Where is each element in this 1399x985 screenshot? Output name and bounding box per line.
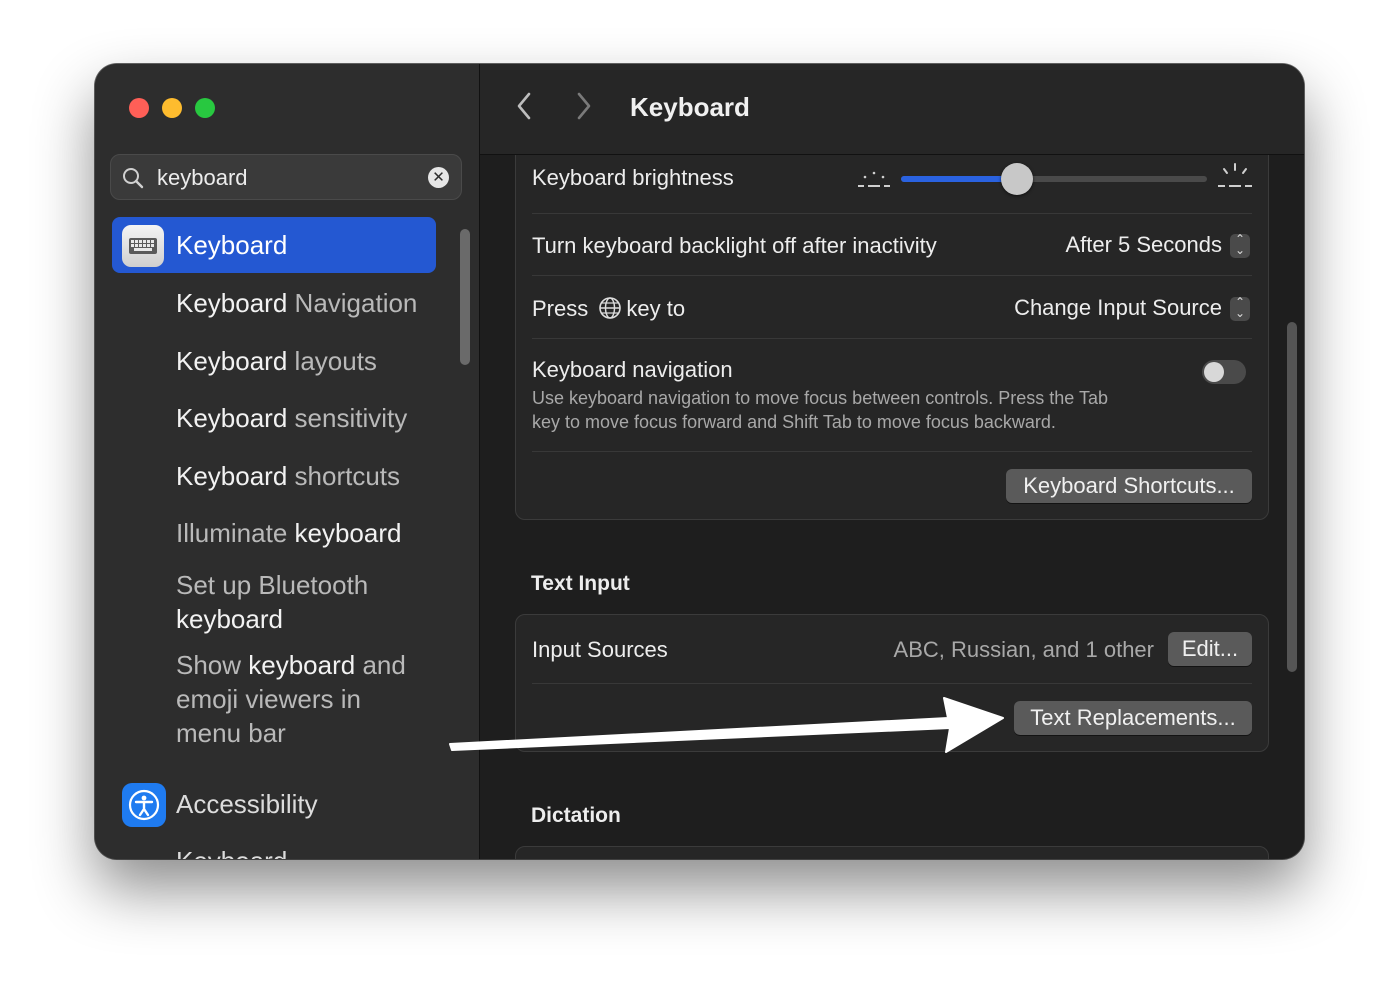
stepper-icon: ⌃ ⌄ bbox=[1230, 296, 1250, 322]
row-divider bbox=[532, 275, 1252, 276]
sidebar-result-keyboard-shortcuts[interactable]: Keyboard shortcuts bbox=[176, 459, 400, 493]
sidebar-scrollbar[interactable] bbox=[460, 229, 470, 365]
globe-key-popup[interactable]: Change Input Source ⌃ ⌄ bbox=[1014, 295, 1250, 322]
sidebar: keyboard ✕ Keyboard Keyboard Navigation bbox=[95, 64, 480, 859]
input-sources-value: ABC, Russian, and 1 other bbox=[893, 637, 1154, 662]
toggle-knob bbox=[1204, 362, 1224, 382]
sidebar-result-keyboard-navigation[interactable]: Keyboard Navigation bbox=[176, 286, 417, 320]
row-divider bbox=[532, 338, 1252, 339]
result-match-text: Keyboard bbox=[176, 346, 288, 376]
keyboard-settings-card: Keyboard brightness Turn keyboard backli… bbox=[515, 134, 1269, 520]
search-icon bbox=[123, 168, 144, 189]
toolbar: Keyboard bbox=[480, 64, 1304, 155]
result-rest-text: Show bbox=[176, 650, 249, 680]
page-title: Keyboard bbox=[630, 92, 750, 122]
backlight-popup[interactable]: After 5 Seconds ⌃ ⌄ bbox=[1065, 232, 1250, 259]
sidebar-item-keyboard-partial[interactable]: Keyboard bbox=[176, 846, 287, 859]
brightness-slider-knob[interactable] bbox=[1001, 163, 1034, 195]
input-sources-label: Input Sources bbox=[532, 637, 668, 662]
section-title-text-input: Text Input bbox=[531, 572, 630, 595]
main-scrollbar[interactable] bbox=[1287, 322, 1297, 672]
row-divider bbox=[532, 683, 1252, 684]
brightness-label: Keyboard brightness bbox=[532, 165, 734, 190]
accessibility-icon bbox=[122, 783, 166, 827]
text-replacements-button[interactable]: Text Replacements... bbox=[1014, 701, 1252, 735]
sidebar-result-illuminate-keyboard[interactable]: Illuminate keyboard bbox=[176, 516, 401, 550]
zoom-button[interactable] bbox=[195, 98, 215, 118]
sidebar-item-keyboard[interactable]: Keyboard bbox=[112, 217, 436, 273]
keyboard-navigation-description: Use keyboard navigation to move focus be… bbox=[532, 386, 1108, 434]
globe-key-label-post: key to bbox=[626, 296, 686, 321]
edit-input-sources-button[interactable]: Edit... bbox=[1168, 632, 1252, 666]
brightness-slider-fill bbox=[901, 176, 1018, 182]
section-title-dictation: Dictation bbox=[531, 804, 621, 827]
backlight-value: After 5 Seconds bbox=[1065, 232, 1222, 257]
sidebar-result-keyboard-emoji-viewers[interactable]: Show keyboard and emoji viewers in menu … bbox=[176, 648, 406, 750]
result-match-text: keyboard bbox=[248, 650, 356, 680]
sidebar-item-accessibility[interactable]: Accessibility bbox=[176, 789, 318, 820]
text-input-card: Input Sources ABC, Russian, and 1 other … bbox=[515, 614, 1269, 752]
settings-window: keyboard ✕ Keyboard Keyboard Navigation bbox=[95, 64, 1304, 859]
result-rest-text: Navigation bbox=[287, 288, 418, 318]
description-line: key to move focus forward and Shift Tab … bbox=[532, 412, 1056, 432]
result-rest-text: sensitivity bbox=[287, 403, 408, 433]
minimize-button[interactable] bbox=[162, 98, 182, 118]
result-match-text: Keyboard bbox=[176, 461, 288, 491]
globe-key-label-pre: Press bbox=[532, 296, 589, 321]
clear-icon[interactable]: ✕ bbox=[428, 167, 449, 188]
globe-key-label: Press key to bbox=[532, 296, 685, 322]
backlight-label: Turn keyboard backlight off after inacti… bbox=[532, 233, 937, 258]
sidebar-result-keyboard-sensitivity[interactable]: Keyboard sensitivity bbox=[176, 401, 407, 435]
main-pane: Keyboard brightness Turn keyboard backli… bbox=[480, 64, 1304, 859]
result-match-text: Keyboard bbox=[176, 403, 288, 433]
window-controls bbox=[129, 98, 215, 118]
chevron-right-icon[interactable] bbox=[574, 90, 594, 130]
dictation-card bbox=[515, 846, 1269, 859]
keyboard-navigation-toggle[interactable] bbox=[1202, 360, 1246, 384]
stepper-icon: ⌃ ⌄ bbox=[1230, 233, 1250, 259]
globe-key-value: Change Input Source bbox=[1014, 295, 1222, 320]
close-button[interactable] bbox=[129, 98, 149, 118]
result-rest-text: menu bar bbox=[176, 718, 286, 748]
brightness-low-icon bbox=[858, 171, 890, 187]
sidebar-item-label: Keyboard bbox=[176, 230, 288, 260]
search-input[interactable]: keyboard bbox=[157, 166, 248, 190]
sidebar-result-bluetooth-keyboard[interactable]: Set up Bluetooth keyboard bbox=[176, 568, 368, 636]
result-rest-text: layouts bbox=[287, 346, 377, 376]
sidebar-result-keyboard-layouts[interactable]: Keyboard layouts bbox=[176, 344, 377, 378]
row-divider bbox=[532, 451, 1252, 452]
result-rest-text: Set up Bluetooth bbox=[176, 570, 369, 600]
keyboard-shortcuts-button[interactable]: Keyboard Shortcuts... bbox=[1006, 469, 1252, 503]
result-rest-text: shortcuts bbox=[287, 461, 401, 491]
chevron-left-icon[interactable] bbox=[514, 90, 534, 130]
globe-icon bbox=[599, 297, 622, 319]
keyboard-navigation-label: Keyboard navigation bbox=[532, 357, 733, 382]
search-field[interactable]: keyboard ✕ bbox=[110, 154, 462, 200]
result-rest-text: emoji viewers in bbox=[176, 684, 361, 714]
result-rest-text: and bbox=[355, 650, 406, 680]
row-divider bbox=[532, 213, 1252, 214]
brightness-high-icon bbox=[1218, 163, 1252, 187]
keyboard-icon bbox=[122, 225, 164, 267]
result-match-text: keyboard bbox=[176, 604, 283, 634]
description-line: Use keyboard navigation to move focus be… bbox=[532, 388, 1108, 408]
result-match-text: keyboard bbox=[294, 518, 402, 548]
result-rest-text: Illuminate bbox=[176, 518, 295, 548]
result-match-text: Keyboard bbox=[176, 288, 288, 318]
